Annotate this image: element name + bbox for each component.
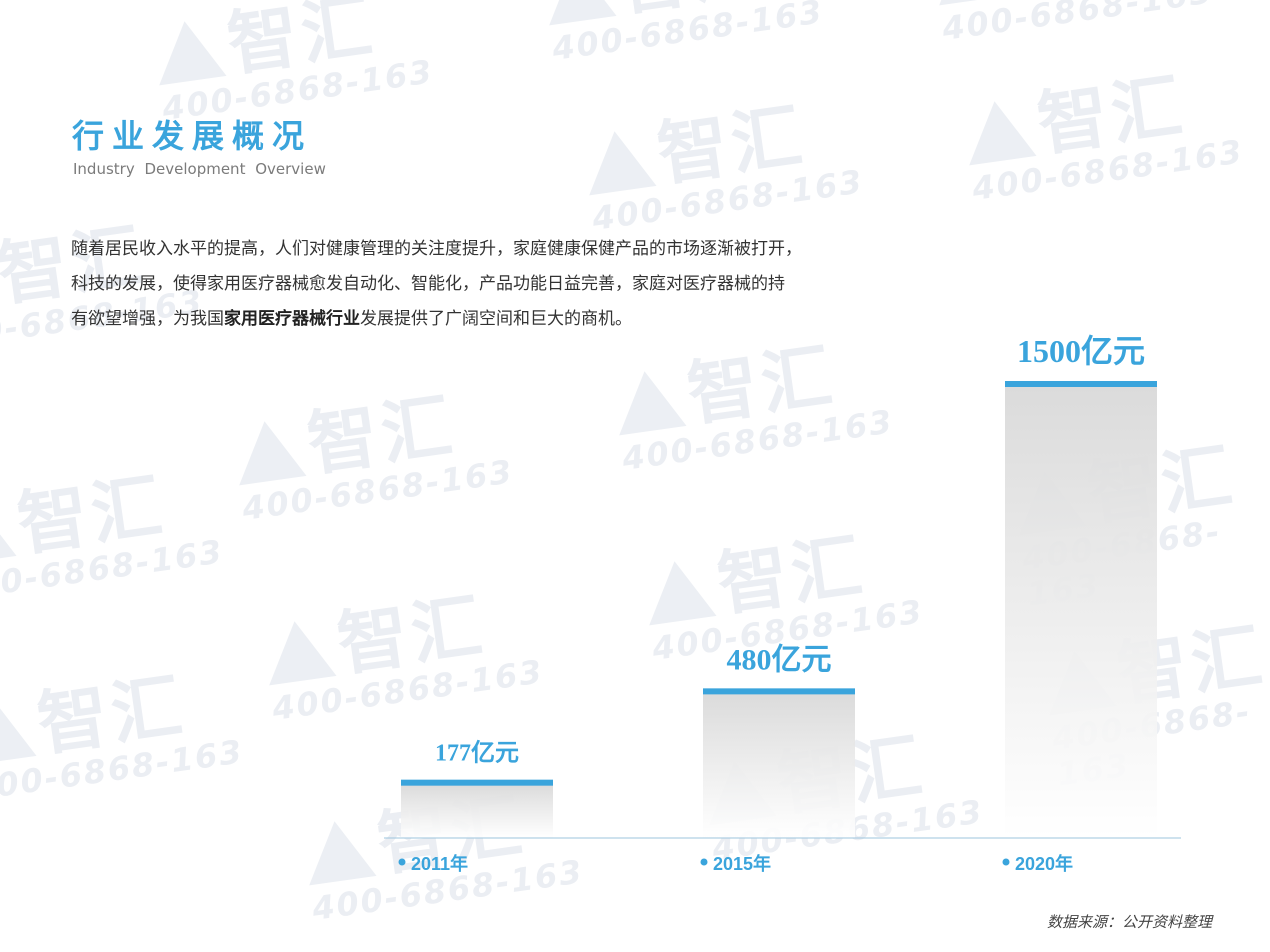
bar-top-accent — [401, 779, 553, 786]
bar-value-label: 177亿元 — [435, 740, 519, 767]
bar-top-accent — [1005, 381, 1157, 387]
bar-2015年 — [703, 693, 855, 838]
tick-bullet-icon — [700, 858, 708, 866]
tick-bullet-icon — [398, 858, 406, 866]
tick-bullet-icon — [1002, 858, 1010, 866]
x-tick-label: 2015年 — [713, 853, 771, 874]
market-size-bar-chart: 177亿元 480亿元 1500亿元 2011年 2015年 2020年 — [384, 333, 1181, 874]
data-source-note: 数据来源：公开资料整理 — [1046, 913, 1212, 931]
bar-value-label: 1500亿元 — [1017, 333, 1145, 369]
bar-2020年 — [1005, 386, 1157, 838]
x-tick-label: 2020年 — [1015, 853, 1073, 874]
x-tick-label: 2011年 — [411, 853, 468, 874]
bar-value-label: 480亿元 — [727, 643, 832, 676]
bar-top-accent — [703, 688, 855, 695]
bar-2011年 — [401, 784, 553, 838]
